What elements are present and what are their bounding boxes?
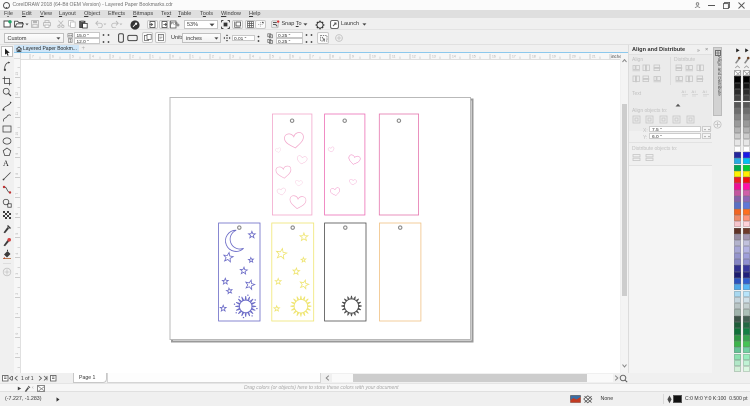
svg-text:14: 14 bbox=[452, 54, 456, 58]
svg-text:5: 5 bbox=[15, 233, 19, 235]
svg-text:3: 3 bbox=[232, 54, 234, 58]
svg-text:1: 1 bbox=[152, 54, 154, 58]
svg-text:19: 19 bbox=[552, 54, 556, 58]
svg-text:3: 3 bbox=[112, 54, 114, 58]
svg-text:7: 7 bbox=[32, 54, 34, 58]
svg-text:1: 1 bbox=[15, 313, 19, 315]
svg-text:11: 11 bbox=[392, 54, 396, 58]
svg-text:11: 11 bbox=[15, 112, 19, 116]
svg-text:0: 0 bbox=[15, 333, 19, 335]
svg-text:6: 6 bbox=[292, 54, 294, 58]
svg-text:A↕: A↕ bbox=[681, 89, 686, 94]
svg-text:18: 18 bbox=[532, 54, 536, 58]
svg-text:4: 4 bbox=[252, 54, 254, 58]
svg-text:4: 4 bbox=[15, 253, 19, 255]
svg-text:1: 1 bbox=[192, 54, 194, 58]
svg-text:6: 6 bbox=[52, 54, 54, 58]
svg-text:2: 2 bbox=[212, 54, 214, 58]
svg-text:20: 20 bbox=[572, 54, 576, 58]
svg-text:7: 7 bbox=[312, 54, 314, 58]
svg-text:2: 2 bbox=[132, 54, 134, 58]
svg-text:5: 5 bbox=[72, 54, 74, 58]
svg-text:1: 1 bbox=[15, 353, 19, 355]
svg-text:12: 12 bbox=[15, 92, 19, 96]
svg-text:12: 12 bbox=[412, 54, 416, 58]
svg-text:8: 8 bbox=[332, 54, 334, 58]
svg-text:1 of 1: 1 of 1 bbox=[21, 376, 34, 382]
svg-text:17: 17 bbox=[512, 54, 516, 58]
svg-text:10: 10 bbox=[15, 132, 19, 136]
svg-text:9: 9 bbox=[15, 153, 19, 155]
svg-text:15: 15 bbox=[472, 54, 476, 58]
svg-text:9: 9 bbox=[352, 54, 354, 58]
svg-text:A↕: A↕ bbox=[702, 89, 707, 94]
svg-text:21: 21 bbox=[592, 54, 596, 58]
svg-text:13: 13 bbox=[15, 72, 19, 76]
svg-text:10: 10 bbox=[372, 54, 376, 58]
svg-text:4: 4 bbox=[92, 54, 94, 58]
svg-text:A↕: A↕ bbox=[692, 89, 697, 94]
svg-text:0: 0 bbox=[172, 54, 174, 58]
svg-text:5: 5 bbox=[272, 54, 274, 58]
svg-text:7: 7 bbox=[15, 193, 19, 195]
svg-text:2: 2 bbox=[15, 293, 19, 295]
svg-text:6: 6 bbox=[15, 213, 19, 215]
svg-text:16: 16 bbox=[492, 54, 496, 58]
svg-text:3: 3 bbox=[15, 273, 19, 275]
svg-text:13: 13 bbox=[432, 54, 436, 58]
svg-text:8: 8 bbox=[15, 173, 19, 175]
